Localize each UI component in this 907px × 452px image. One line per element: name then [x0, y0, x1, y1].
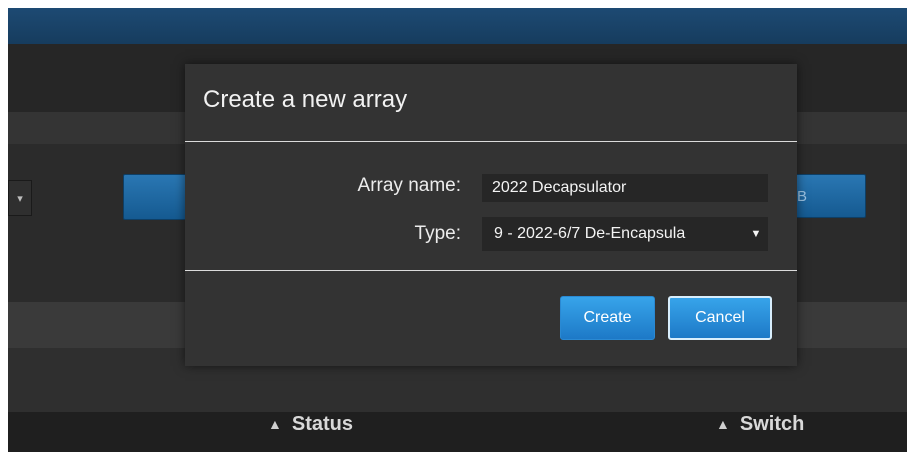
cancel-button-label: Cancel — [695, 309, 745, 326]
array-name-input[interactable] — [482, 174, 768, 202]
type-select[interactable]: 9 - 2022-6/7 De-Encapsula ▼ — [482, 217, 768, 251]
type-label: Type: — [414, 223, 461, 244]
modal-overlay: Create a new array Array name: Type: 9 -… — [0, 0, 907, 452]
dialog-divider-top — [185, 141, 797, 142]
dialog-divider-bottom — [185, 270, 797, 271]
dialog-title: Create a new array — [203, 86, 408, 113]
create-array-dialog: Create a new array Array name: Type: 9 -… — [185, 64, 797, 366]
cancel-button[interactable]: Cancel — [668, 296, 772, 340]
type-select-value: 9 - 2022-6/7 De-Encapsula — [494, 225, 686, 242]
chevron-down-icon: ▼ — [750, 228, 762, 240]
create-button-label: Create — [583, 309, 632, 326]
create-button[interactable]: Create — [560, 296, 655, 340]
array-name-label: Array name: — [357, 175, 461, 196]
